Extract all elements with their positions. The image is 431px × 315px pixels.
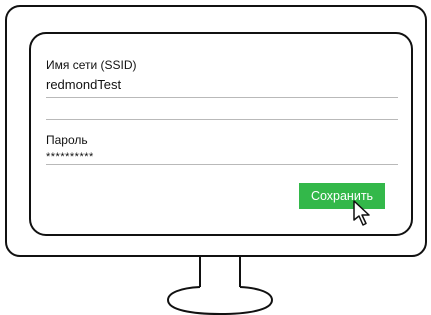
password-field[interactable]: ********** [46, 149, 94, 165]
password-field-underline [46, 164, 398, 165]
password-label: Пароль [46, 133, 88, 147]
mouse-pointer-icon [353, 200, 370, 226]
ssid-label: Имя сети (SSID) [46, 58, 137, 72]
ssid-field-divider [46, 119, 398, 120]
ssid-field[interactable]: redmondTest [46, 77, 121, 93]
ssid-field-underline [46, 97, 398, 98]
monitor-stand-base [166, 286, 274, 315]
wifi-settings-form: Имя сети (SSID) redmondTest Пароль *****… [34, 44, 408, 234]
